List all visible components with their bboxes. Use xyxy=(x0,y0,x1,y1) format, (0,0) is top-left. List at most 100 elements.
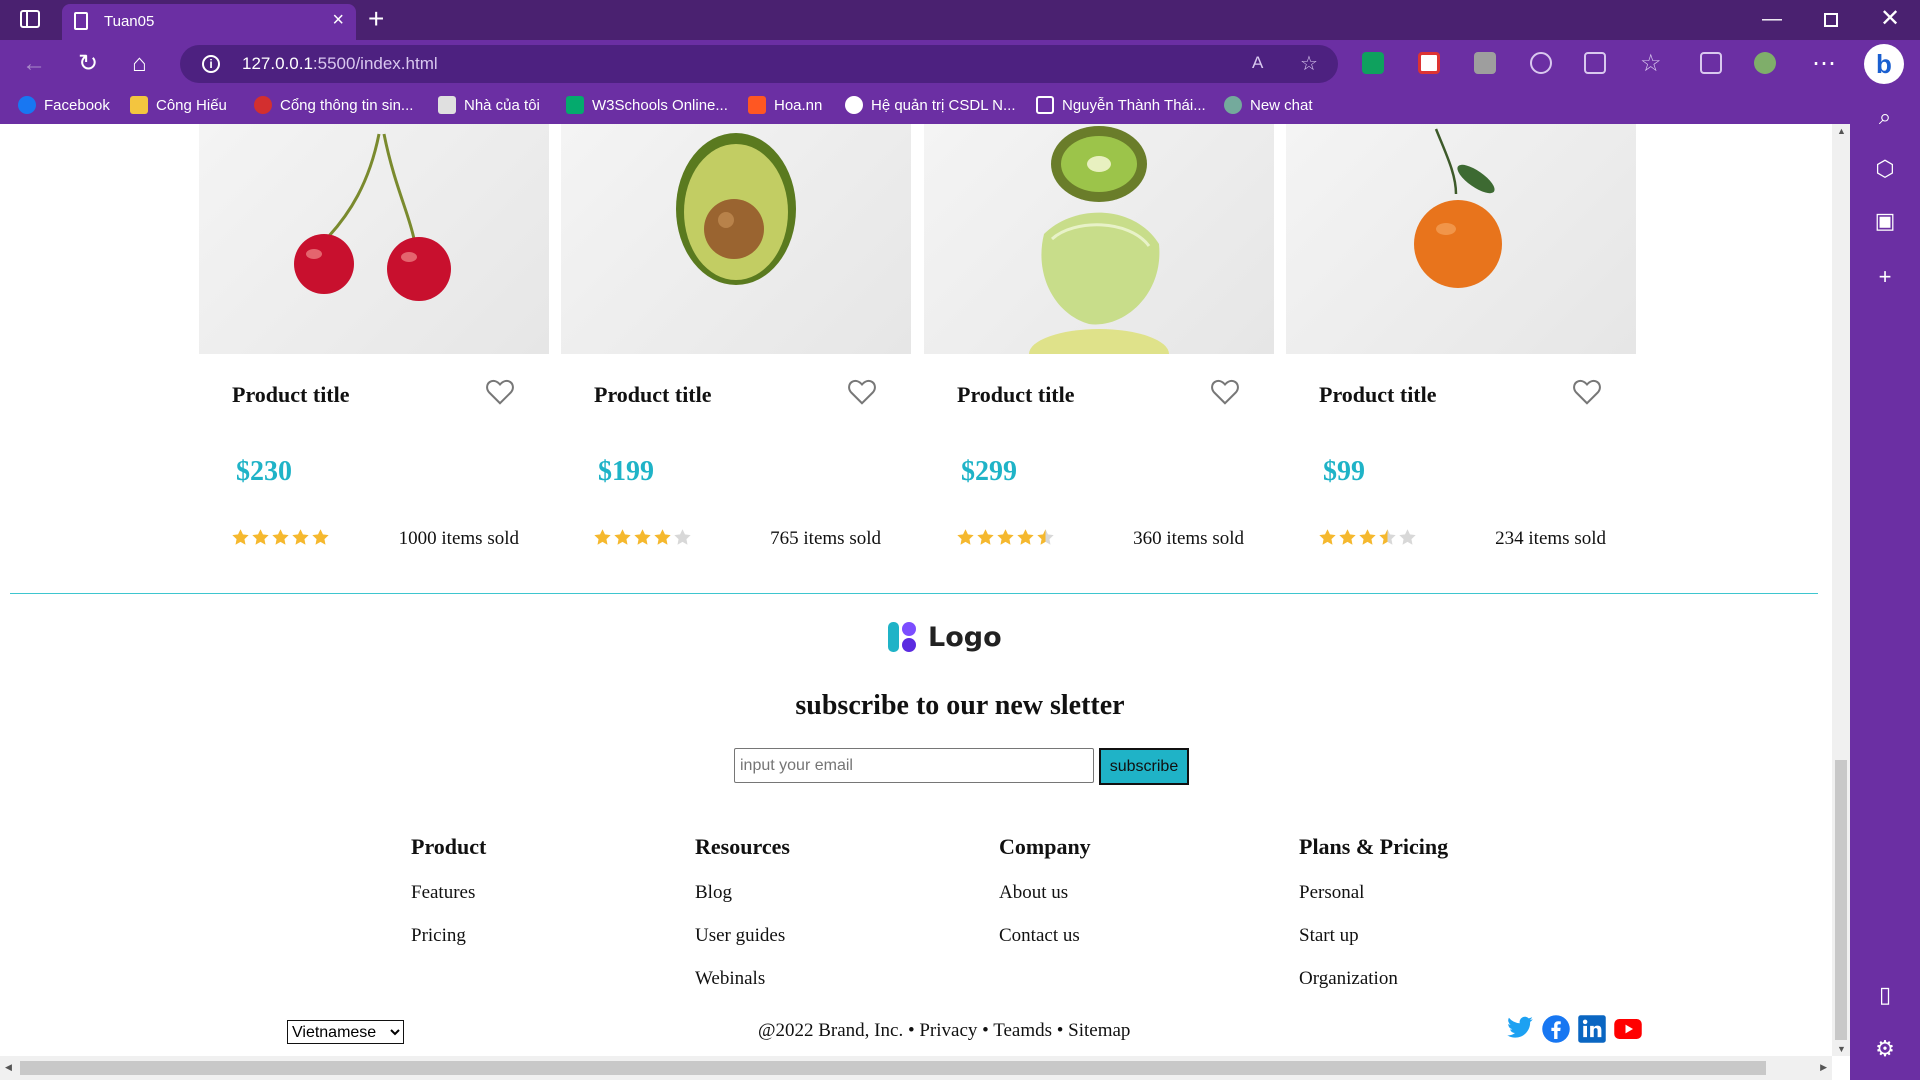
page-viewport: Product title $230 1000 items sold Produ… xyxy=(0,124,1832,1056)
restore-button[interactable] xyxy=(1824,13,1838,27)
product-card[interactable]: Product title $230 1000 items sold xyxy=(199,124,549,594)
product-image-orange[interactable] xyxy=(1286,124,1636,354)
linkedin-icon[interactable] xyxy=(1577,1014,1607,1044)
settings-gear-icon[interactable]: ⚙ xyxy=(1872,1036,1898,1062)
close-window-button[interactable]: ✕ xyxy=(1880,6,1900,32)
scroll-up-icon[interactable]: ▲ xyxy=(1837,126,1846,136)
star-icon xyxy=(957,529,974,545)
items-sold: 360 items sold xyxy=(1133,528,1244,549)
minimize-button[interactable]: — xyxy=(1762,6,1782,32)
facebook-icon[interactable] xyxy=(1541,1014,1571,1044)
active-tab[interactable]: Tuan05 × xyxy=(62,4,356,40)
collections-icon[interactable] xyxy=(1700,52,1722,74)
add-favorite-icon[interactable]: ☆ xyxy=(1300,51,1318,76)
heart-icon[interactable] xyxy=(1210,378,1240,406)
product-title[interactable]: Product title xyxy=(594,382,712,408)
subscribe-button[interactable]: subscribe xyxy=(1099,748,1189,785)
tab-actions-icon[interactable] xyxy=(20,10,40,28)
more-menu-icon[interactable]: ⋯ xyxy=(1812,50,1836,78)
footer-link-start-up[interactable]: Start up xyxy=(1299,925,1448,968)
newsletter-title: subscribe to our new sletter xyxy=(795,690,1125,721)
back-button[interactable]: ← xyxy=(22,50,46,78)
email-input[interactable] xyxy=(734,748,1094,783)
search-icon[interactable]: ⌕ xyxy=(1872,104,1898,130)
product-title[interactable]: Product title xyxy=(957,382,1075,408)
outlook-icon[interactable]: ▣ xyxy=(1872,208,1898,234)
site-info-icon[interactable]: i xyxy=(202,55,220,73)
product-image-kiwi-lime[interactable] xyxy=(924,124,1274,354)
product-image-avocado[interactable] xyxy=(561,124,911,354)
vertical-scrollbar[interactable]: ▲ ▼ xyxy=(1832,124,1850,1056)
heart-icon[interactable] xyxy=(847,378,877,406)
footer-link-webinals[interactable]: Webinals xyxy=(695,968,790,1011)
tab-close-icon[interactable]: × xyxy=(332,10,344,30)
new-tab-button[interactable]: + xyxy=(368,4,384,34)
folder-icon xyxy=(130,96,148,114)
extensions-icon[interactable] xyxy=(1584,52,1606,74)
extension-gray-icon[interactable] xyxy=(1474,52,1496,74)
footer-link-organization[interactable]: Organization xyxy=(1299,968,1448,1011)
compass-icon[interactable] xyxy=(1530,52,1552,74)
bookmark-item[interactable]: Hoa.nn xyxy=(748,96,822,114)
product-price: $99 xyxy=(1323,456,1365,487)
profile-avatar[interactable] xyxy=(1754,52,1776,74)
star-icon xyxy=(1379,529,1396,545)
add-sidebar-app-icon[interactable]: + xyxy=(1872,264,1898,290)
extension-green-icon[interactable] xyxy=(1362,52,1384,74)
heart-icon[interactable] xyxy=(1572,378,1602,406)
footer-column-heading: Company xyxy=(999,834,1091,859)
logo-text: Logo xyxy=(928,621,1002,653)
footer-link-features[interactable]: Features xyxy=(411,882,486,925)
footer-link-user-guides[interactable]: User guides xyxy=(695,925,790,968)
footer-link-contact-us[interactable]: Contact us xyxy=(999,925,1091,968)
bookmark-item[interactable]: Nguyễn Thành Thái... xyxy=(1036,96,1206,114)
star-icon xyxy=(997,529,1014,545)
bookmark-label: Cổng thông tin sin... xyxy=(280,96,414,114)
vertical-scroll-thumb[interactable] xyxy=(1835,760,1847,1040)
product-card[interactable]: Product title $199 765 items sold xyxy=(561,124,911,594)
bing-icon[interactable]: b xyxy=(1864,44,1904,84)
bookmark-item[interactable]: Hệ quản trị CSDL N... xyxy=(845,96,1016,114)
address-bar[interactable]: i 127.0.0.1:5500/index.html A ☆ xyxy=(180,45,1338,83)
home-button[interactable]: ⌂ xyxy=(132,50,147,78)
product-card[interactable]: Product title $99 234 items sold xyxy=(1286,124,1636,594)
home-page-icon xyxy=(438,96,456,114)
extension-grid-icon[interactable] xyxy=(1418,52,1440,74)
product-title[interactable]: Product title xyxy=(1319,382,1437,408)
star-icon xyxy=(312,529,329,545)
star-icon xyxy=(252,529,269,545)
footer-logo[interactable]: Logo xyxy=(886,620,1002,654)
bookmark-item[interactable]: Facebook xyxy=(18,96,110,114)
product-title[interactable]: Product title xyxy=(232,382,350,408)
bookmark-item[interactable]: Nhà của tôi xyxy=(438,96,540,114)
rating-stars xyxy=(593,528,692,547)
w3schools-icon xyxy=(566,96,584,114)
favorites-icon[interactable]: ☆ xyxy=(1640,50,1662,78)
footer-link-personal[interactable]: Personal xyxy=(1299,882,1448,925)
scroll-down-icon[interactable]: ▼ xyxy=(1837,1044,1846,1054)
product-card[interactable]: Product title $299 360 items sold xyxy=(924,124,1274,594)
youtube-icon[interactable] xyxy=(1613,1014,1643,1044)
read-aloud-icon[interactable]: A xyxy=(1252,53,1263,73)
heart-icon[interactable] xyxy=(485,378,515,406)
footer-link-blog[interactable]: Blog xyxy=(695,882,790,925)
language-select[interactable]: Vietnamese xyxy=(287,1020,404,1044)
footer-link-about-us[interactable]: About us xyxy=(999,882,1091,925)
refresh-button[interactable]: ↻ xyxy=(78,50,98,78)
horizontal-scroll-thumb[interactable] xyxy=(20,1061,1766,1075)
twitter-icon[interactable] xyxy=(1505,1014,1535,1042)
scroll-right-icon[interactable]: ▶ xyxy=(1820,1062,1827,1073)
portal-icon xyxy=(254,96,272,114)
bookmark-item[interactable]: W3Schools Online... xyxy=(566,96,728,114)
bookmark-item[interactable]: New chat xyxy=(1224,96,1313,114)
footer-link-pricing[interactable]: Pricing xyxy=(411,925,486,968)
scroll-left-icon[interactable]: ◀ xyxy=(5,1062,12,1073)
product-image-cherry[interactable] xyxy=(199,124,549,354)
bookmark-item[interactable]: Công Hiếu xyxy=(130,96,227,114)
kiwi-lime-image xyxy=(1029,126,1169,354)
bookmark-item[interactable]: Cổng thông tin sin... xyxy=(254,96,413,114)
horizontal-scrollbar[interactable]: ◀ ▶ xyxy=(0,1056,1832,1080)
copilot-icon[interactable]: ⬡ xyxy=(1872,156,1898,182)
items-sold: 234 items sold xyxy=(1495,528,1606,549)
sidebar-panel-icon[interactable]: ▯ xyxy=(1872,982,1898,1008)
